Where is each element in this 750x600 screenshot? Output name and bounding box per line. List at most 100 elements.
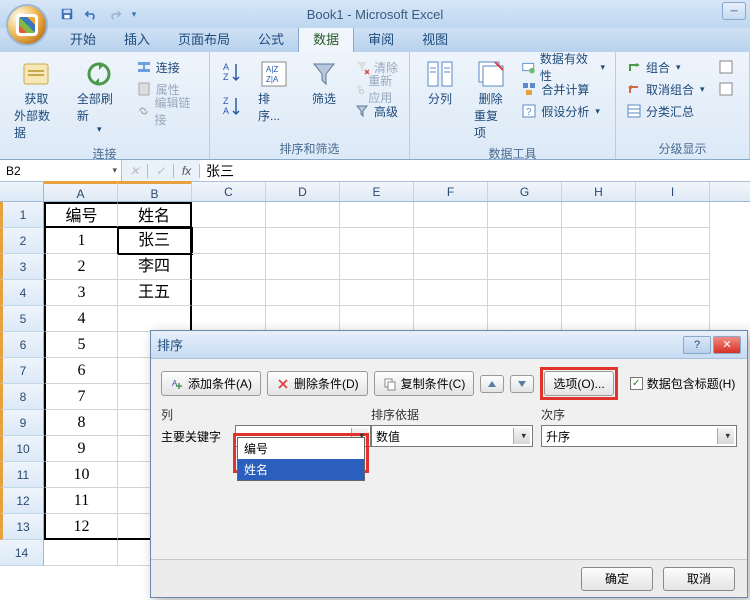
consolidate-button[interactable]: 合并计算 [519, 78, 607, 100]
row-header[interactable]: 9 [0, 410, 44, 436]
data-validation-button[interactable]: 数据有效性▾ [519, 56, 607, 78]
cell[interactable]: 6 [44, 358, 118, 384]
connections-button[interactable]: 连接 [134, 56, 201, 78]
advanced-filter-button[interactable]: 高级 [352, 100, 401, 122]
cell[interactable]: 10 [44, 462, 118, 488]
cell[interactable] [266, 254, 340, 280]
cell[interactable] [44, 540, 118, 566]
has-header-checkbox[interactable]: ✓数据包含标题(H) [630, 375, 736, 392]
cell[interactable] [192, 280, 266, 306]
cell[interactable] [488, 228, 562, 254]
row-header[interactable]: 10 [0, 436, 44, 462]
undo-button[interactable] [80, 4, 102, 24]
cell[interactable]: 8 [44, 410, 118, 436]
row-header[interactable]: 13 [0, 514, 44, 540]
cell[interactable] [266, 280, 340, 306]
cell[interactable] [266, 228, 340, 254]
get-external-data-button[interactable]: 获取 外部数据 [8, 56, 65, 143]
cell[interactable]: 11 [44, 488, 118, 514]
cell[interactable] [488, 280, 562, 306]
cell[interactable] [414, 306, 488, 332]
sort-button[interactable]: A|ZZ|A 排序... [252, 56, 296, 126]
tab-page-layout[interactable]: 页面布局 [164, 25, 244, 52]
sort-order-combo[interactable]: 升序 [541, 425, 737, 447]
cell[interactable] [562, 280, 636, 306]
cell[interactable]: 4 [44, 306, 118, 332]
subtotal-button[interactable]: 分类汇总 [624, 100, 707, 122]
copy-level-button[interactable]: 复制条件(C) [374, 371, 475, 396]
col-header-h[interactable]: H [562, 182, 636, 201]
move-down-button[interactable] [510, 375, 534, 393]
formula-input[interactable]: 张三 [200, 160, 750, 181]
dialog-help-button[interactable]: ? [683, 336, 711, 354]
cell[interactable]: 7 [44, 384, 118, 410]
tab-data[interactable]: 数据 [298, 24, 354, 52]
cell[interactable]: 9 [44, 436, 118, 462]
cell[interactable] [118, 306, 192, 332]
tab-review[interactable]: 审阅 [354, 25, 408, 52]
save-button[interactable] [56, 4, 78, 24]
cell[interactable]: 编号 [44, 202, 118, 228]
cancel-formula-icon[interactable]: ✕ [122, 164, 148, 178]
sort-on-combo[interactable]: 数值 [371, 425, 533, 447]
options-button[interactable]: 选项(O)... [544, 371, 613, 396]
cell[interactable] [562, 228, 636, 254]
cell[interactable] [266, 306, 340, 332]
office-button[interactable] [6, 4, 48, 46]
col-header-e[interactable]: E [340, 182, 414, 201]
text-to-columns-button[interactable]: 分列 [418, 56, 462, 109]
cell[interactable]: 李四 [118, 254, 192, 280]
cell[interactable] [340, 202, 414, 228]
col-header-a[interactable]: A [44, 181, 118, 201]
cell[interactable]: 5 [44, 332, 118, 358]
redo-button[interactable] [104, 4, 126, 24]
qat-customize[interactable]: ▾ [128, 4, 140, 24]
refresh-all-button[interactable]: 全部刷新 ▾ [71, 56, 128, 137]
row-header[interactable]: 11 [0, 462, 44, 488]
cell[interactable] [636, 202, 710, 228]
row-header[interactable]: 12 [0, 488, 44, 514]
name-box[interactable]: B2 [0, 160, 122, 181]
dialog-close-button[interactable]: ✕ [713, 336, 741, 354]
cell[interactable] [192, 202, 266, 228]
cell[interactable] [636, 228, 710, 254]
cell[interactable] [636, 280, 710, 306]
cell[interactable] [192, 228, 266, 254]
cell[interactable] [562, 306, 636, 332]
cell[interactable]: 王五 [118, 280, 192, 306]
cell[interactable] [636, 254, 710, 280]
cell[interactable] [266, 202, 340, 228]
cell[interactable] [488, 202, 562, 228]
hide-detail-button[interactable] [717, 78, 735, 100]
cell[interactable] [562, 254, 636, 280]
cell[interactable]: 1 [44, 228, 118, 254]
cell[interactable] [562, 202, 636, 228]
row-header[interactable]: 7 [0, 358, 44, 384]
add-level-button[interactable]: A添加条件(A) [161, 371, 261, 396]
tab-view[interactable]: 视图 [408, 25, 462, 52]
cell[interactable] [414, 280, 488, 306]
cell[interactable] [488, 254, 562, 280]
row-header[interactable]: 3 [0, 254, 44, 280]
cell[interactable]: 3 [44, 280, 118, 306]
tab-formulas[interactable]: 公式 [244, 25, 298, 52]
ungroup-button[interactable]: 取消组合▾ [624, 78, 707, 100]
row-header[interactable]: 8 [0, 384, 44, 410]
sort-desc-button[interactable]: ZA [218, 90, 246, 122]
row-header[interactable]: 4 [0, 280, 44, 306]
col-header-b[interactable]: B [118, 181, 192, 201]
cancel-button[interactable]: 取消 [663, 567, 735, 591]
filter-button[interactable]: 筛选 [302, 56, 346, 109]
move-up-button[interactable] [480, 375, 504, 393]
row-header[interactable]: 5 [0, 306, 44, 332]
row-header[interactable]: 14 [0, 540, 44, 566]
ok-button[interactable]: 确定 [581, 567, 653, 591]
col-header-d[interactable]: D [266, 182, 340, 201]
row-header[interactable]: 6 [0, 332, 44, 358]
dropdown-item[interactable]: 姓名 [238, 459, 364, 480]
cell[interactable] [414, 254, 488, 280]
show-detail-button[interactable] [717, 56, 735, 78]
group-button[interactable]: 组合▾ [624, 56, 707, 78]
row-header[interactable]: 2 [0, 228, 44, 254]
cell[interactable] [488, 306, 562, 332]
